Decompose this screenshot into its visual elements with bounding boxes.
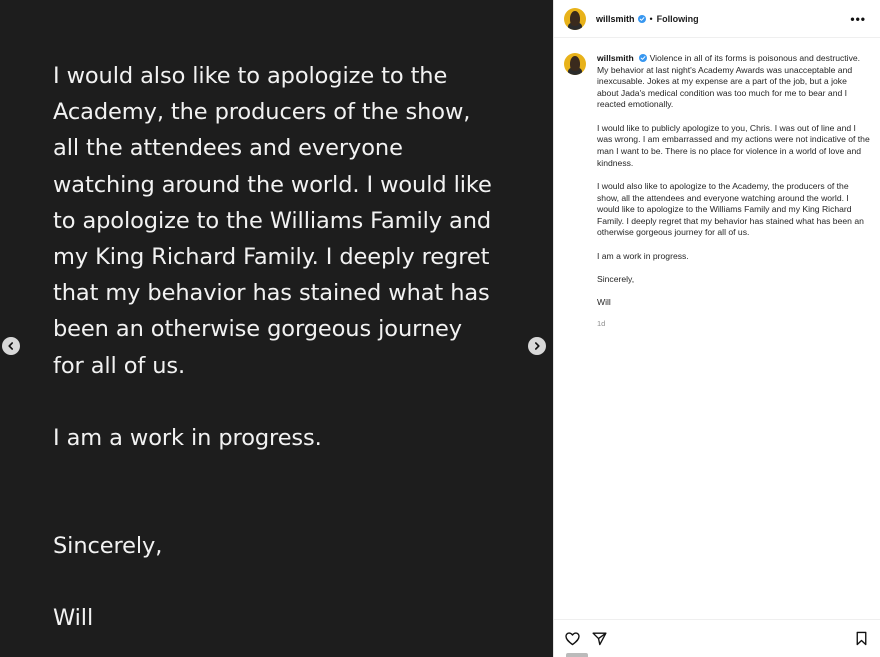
separator-dot: • <box>649 13 653 24</box>
media-line-6: my King Richard Family. I deeply regret <box>53 244 490 271</box>
caption-paragraph-4: I am a work in progress. <box>597 250 689 261</box>
avatar[interactable] <box>564 7 586 30</box>
following-button[interactable]: Following <box>657 14 699 24</box>
more-options-icon[interactable]: ••• <box>850 12 866 26</box>
chevron-left-icon <box>8 342 13 350</box>
caption-paragraph-3: I would also like to apologize to the Ac… <box>597 180 864 238</box>
caption-username[interactable]: willsmith <box>597 53 634 63</box>
media-line-1: I would also like to apologize to the <box>53 63 448 89</box>
verified-badge-icon <box>637 14 646 23</box>
caption-first-text: Violence in all of its forms is poisonou… <box>597 53 861 110</box>
media-line-progress: I am a work in progress. <box>53 424 322 451</box>
previous-button[interactable] <box>2 337 20 355</box>
caption-verified-badge-icon <box>639 54 648 62</box>
next-button[interactable] <box>528 337 546 355</box>
chevron-right-icon <box>535 342 540 350</box>
post-header: willsmith • Following ••• <box>554 0 880 38</box>
media-line-4: watching around the world. I would like <box>53 171 492 198</box>
like-button[interactable] <box>564 630 581 647</box>
liked-by-preview <box>566 653 588 657</box>
media-line-7: that my behavior has stained what has <box>53 280 490 307</box>
media-text: I would also like to apologize to the Ac… <box>53 58 503 636</box>
caption-paragraph-6: Will <box>597 297 611 308</box>
heart-icon <box>565 632 580 646</box>
post-sidebar: willsmith • Following ••• willsmith Viol… <box>553 0 880 657</box>
post-media: I would also like to apologize to the Ac… <box>0 0 553 657</box>
media-line-2: Academy, the producers of the show, <box>53 99 471 126</box>
caption-section: willsmith Violence in all of its forms i… <box>554 38 880 329</box>
username[interactable]: willsmith <box>596 14 635 24</box>
caption-paragraph-2: I would like to publicly apologize to yo… <box>597 122 870 168</box>
post-timestamp[interactable]: 1d <box>597 318 870 330</box>
caption-paragraph-5: Sincerely, <box>597 274 635 285</box>
media-line-9: for all of us. <box>53 352 186 379</box>
share-button[interactable] <box>591 630 608 647</box>
paper-plane-icon <box>592 632 607 646</box>
media-line-8: been an otherwise gorgeous journey <box>53 316 462 343</box>
action-bar <box>554 619 880 657</box>
media-line-5: to apologize to the Williams Family and <box>53 207 492 234</box>
save-button[interactable] <box>853 630 870 647</box>
bookmark-icon <box>856 631 867 646</box>
media-line-sincerely: Sincerely, <box>53 533 163 560</box>
caption-avatar[interactable] <box>564 53 586 75</box>
caption-paragraph-1: willsmith Violence in all of its forms i… <box>597 53 870 111</box>
media-line-will: Will <box>53 605 94 632</box>
media-line-3: all the attendees and everyone <box>53 135 403 162</box>
caption-text: willsmith Violence in all of its forms i… <box>597 53 870 329</box>
